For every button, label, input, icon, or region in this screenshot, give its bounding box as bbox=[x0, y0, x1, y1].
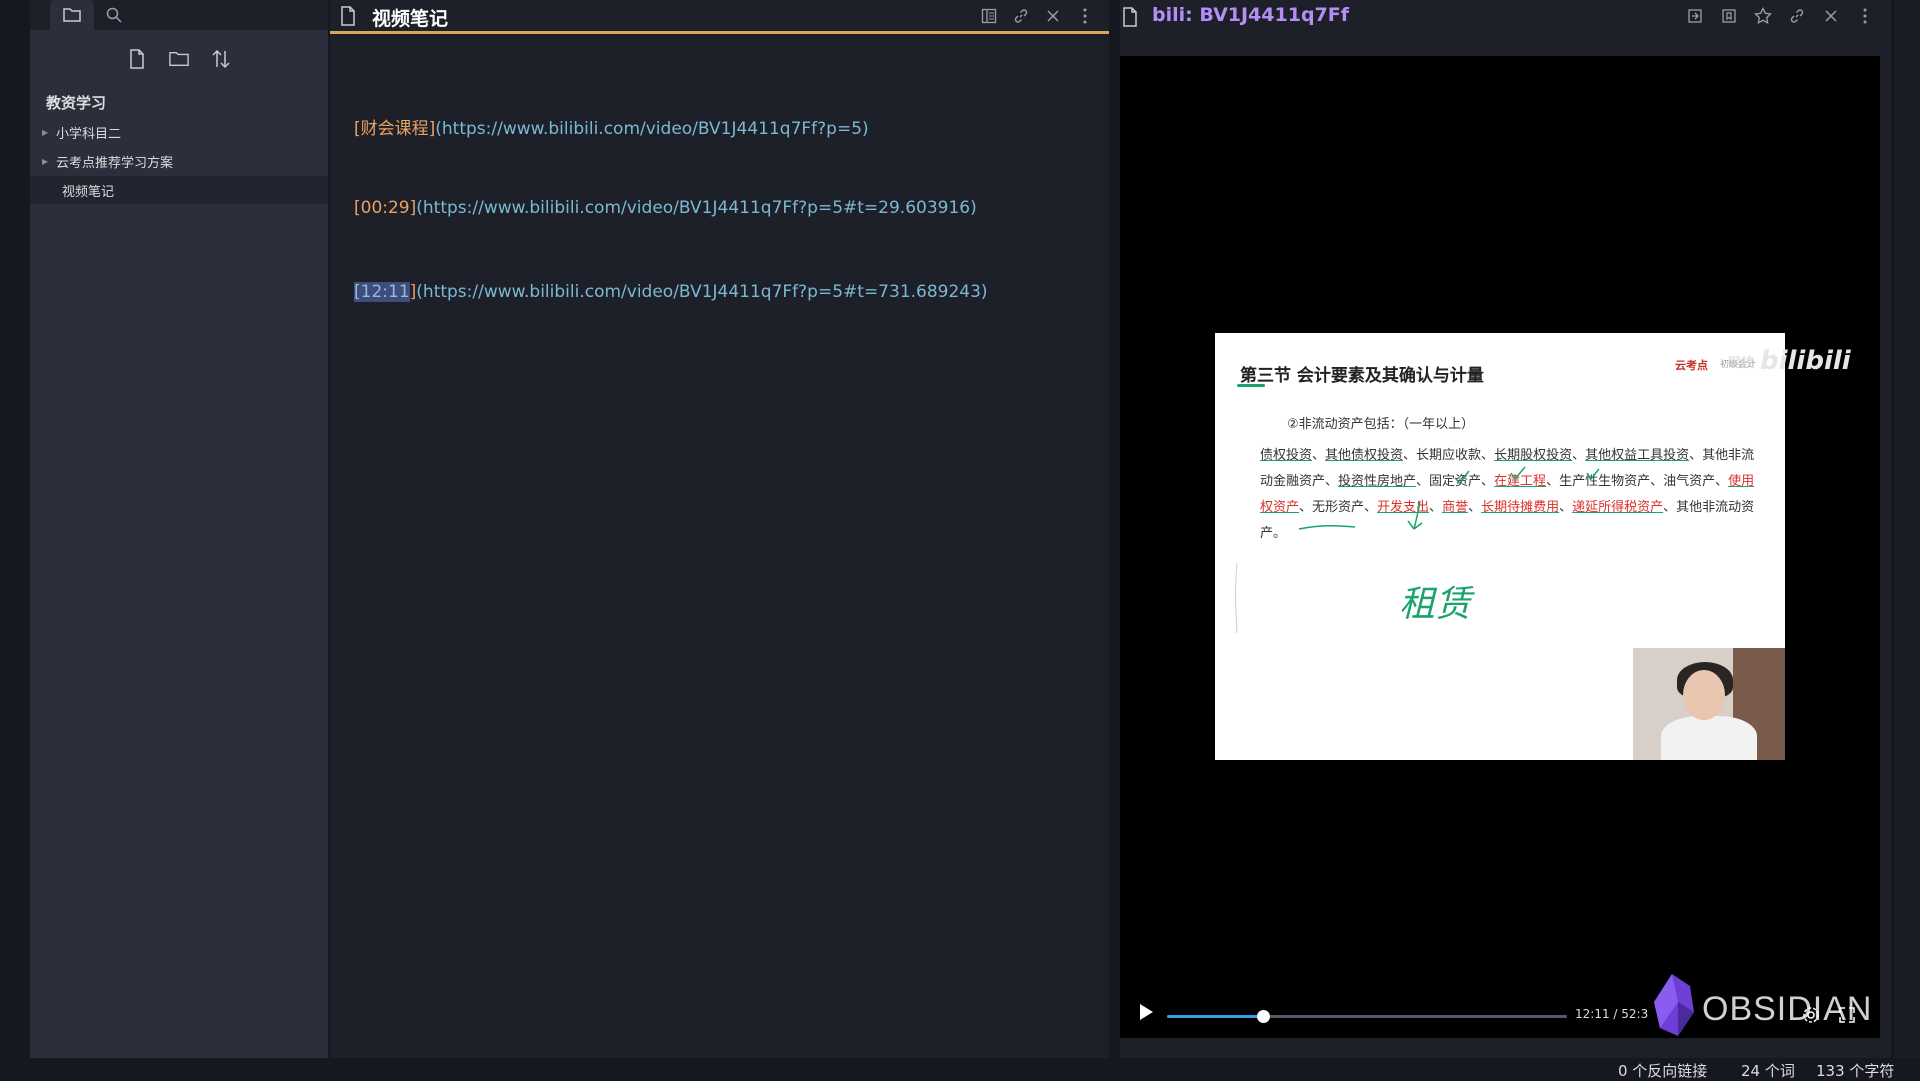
tab-file-explorer[interactable] bbox=[50, 0, 94, 30]
caret-right-icon[interactable]: ▶ bbox=[42, 157, 56, 166]
new-file-icon bbox=[129, 49, 145, 69]
presenter-video bbox=[1633, 648, 1785, 760]
search-icon bbox=[106, 7, 122, 23]
link-icon bbox=[1789, 8, 1805, 24]
bilibili-watermark: bilibili bbox=[1760, 346, 1851, 376]
link-icon bbox=[1013, 8, 1029, 24]
char-count: 133 个字符 bbox=[1816, 1060, 1894, 1081]
new-folder-button[interactable] bbox=[169, 44, 189, 74]
play-icon bbox=[1138, 1003, 1154, 1021]
viewer-title[interactable]: bili: BV1J4411q7Ff bbox=[1152, 4, 1349, 26]
link-url[interactable]: (https://www.bilibili.com/video/BV1J4411… bbox=[435, 119, 868, 139]
presenter-body bbox=[1661, 716, 1757, 760]
link-url[interactable]: (https://www.bilibili.com/video/BV1J4411… bbox=[416, 198, 976, 218]
close-pane-button[interactable] bbox=[1821, 6, 1841, 26]
file-explorer-actions bbox=[30, 44, 328, 74]
caret-right-icon[interactable]: ▶ bbox=[42, 128, 56, 137]
open-in-browser-button[interactable] bbox=[1685, 6, 1705, 26]
export-icon bbox=[1687, 8, 1703, 24]
link-label[interactable]: [财会课程] bbox=[354, 119, 435, 139]
editor-pane: 视频笔记 [财会课程](https://www.bilibili.com/vid… bbox=[330, 0, 1109, 1058]
selected-text: 12:11 bbox=[361, 282, 410, 302]
note-link-line[interactable]: [财会课程](https://www.bilibili.com/video/BV… bbox=[354, 114, 869, 139]
link-button[interactable] bbox=[1787, 6, 1807, 26]
link-url[interactable]: (https://www.bilibili.com/video/BV1J4411… bbox=[416, 282, 987, 302]
time-readout: 12:11 / 52:3 bbox=[1575, 1007, 1648, 1021]
backlinks-count[interactable]: 0 个反向链接 bbox=[1618, 1060, 1707, 1081]
more-vertical-icon bbox=[1863, 8, 1867, 24]
obsidian-app: 教资学习 ▶ 小学科目二 ▶ 云考点推荐学习方案 视频笔记 视频笔记 bbox=[0, 0, 1920, 1080]
watermark-prefix: 网校 bbox=[1728, 352, 1754, 371]
fullscreen-icon[interactable] bbox=[1838, 1006, 1856, 1024]
tree-item-label: 视频笔记 bbox=[62, 181, 114, 200]
sort-button[interactable] bbox=[211, 44, 231, 74]
sidebar-tab-bar bbox=[30, 0, 328, 30]
tree-item-label: 小学科目二 bbox=[56, 123, 121, 142]
lecture-slide: 第三节 会计要素及其确认与计量 云考点 初级会计 ②非流动资产包括：（一年以上）… bbox=[1215, 333, 1785, 760]
progress-fill bbox=[1167, 1015, 1263, 1018]
new-note-button[interactable] bbox=[127, 44, 147, 74]
star-button[interactable] bbox=[1753, 6, 1773, 26]
bookmark-icon bbox=[1721, 8, 1737, 24]
close-icon bbox=[1824, 9, 1838, 23]
progress-thumb[interactable] bbox=[1257, 1010, 1270, 1023]
video-player[interactable]: 第三节 会计要素及其确认与计量 云考点 初级会计 ②非流动资产包括：（一年以上）… bbox=[1120, 56, 1880, 1038]
document-icon bbox=[340, 6, 356, 26]
timestamp-label[interactable]: [00:29] bbox=[354, 198, 416, 218]
star-icon bbox=[1754, 7, 1772, 25]
editor-actions bbox=[979, 6, 1095, 26]
handwriting-text: 租赁 bbox=[1399, 584, 1475, 625]
vault-title: 教资学习 bbox=[46, 92, 106, 113]
book-icon bbox=[981, 8, 997, 24]
reading-view-button[interactable] bbox=[979, 6, 999, 26]
tab-search[interactable] bbox=[92, 0, 136, 30]
new-folder-icon bbox=[169, 50, 189, 68]
more-options-button[interactable] bbox=[1075, 6, 1095, 26]
note-timestamp-line[interactable]: [12:11](https://www.bilibili.com/video/B… bbox=[354, 282, 988, 302]
editor-header: 视频笔记 bbox=[330, 0, 1109, 34]
viewer-header: bili: BV1J4411q7Ff bbox=[1120, 0, 1891, 34]
player-controls: 12:11 / 52:3 OBSIDIAN bbox=[1120, 996, 1880, 1036]
close-pane-button[interactable] bbox=[1043, 6, 1063, 26]
tree-item-label: 云考点推荐学习方案 bbox=[56, 152, 173, 171]
presenter-face bbox=[1683, 670, 1725, 720]
link-button[interactable] bbox=[1011, 6, 1031, 26]
tree-folder-item[interactable]: ▶ 云考点推荐学习方案 bbox=[30, 147, 328, 175]
bookmark-button[interactable] bbox=[1719, 6, 1739, 26]
sort-icon bbox=[211, 49, 231, 69]
window-scrollbar[interactable] bbox=[1895, 0, 1920, 1058]
tree-folder-item[interactable]: ▶ 小学科目二 bbox=[30, 118, 328, 146]
timestamp-label-selected[interactable]: [12:11 bbox=[354, 282, 410, 302]
bracket-open: [ bbox=[354, 282, 361, 302]
file-explorer-sidebar: 教资学习 ▶ 小学科目二 ▶ 云考点推荐学习方案 视频笔记 bbox=[30, 0, 328, 1058]
editor-title[interactable]: 视频笔记 bbox=[372, 4, 448, 31]
progress-bar[interactable] bbox=[1167, 1015, 1567, 1018]
obsidian-logo-icon bbox=[1650, 972, 1696, 1038]
status-bar: 0 个反向链接 24 个词 133 个字符 bbox=[0, 1058, 1920, 1080]
note-timestamp-line[interactable]: [00:29](https://www.bilibili.com/video/B… bbox=[354, 198, 977, 218]
settings-icon[interactable] bbox=[1802, 1006, 1820, 1024]
play-button[interactable] bbox=[1138, 1003, 1154, 1025]
video-viewer-pane: bili: BV1J4411q7Ff bbox=[1120, 0, 1891, 1058]
more-options-button[interactable] bbox=[1855, 6, 1875, 26]
close-icon bbox=[1046, 9, 1060, 23]
word-count: 24 个词 bbox=[1741, 1060, 1795, 1081]
folder-icon bbox=[63, 7, 81, 23]
document-icon bbox=[1122, 7, 1138, 27]
viewer-actions bbox=[1685, 6, 1875, 26]
tree-file-item-active[interactable]: 视频笔记 bbox=[30, 176, 328, 204]
more-vertical-icon bbox=[1083, 8, 1087, 24]
